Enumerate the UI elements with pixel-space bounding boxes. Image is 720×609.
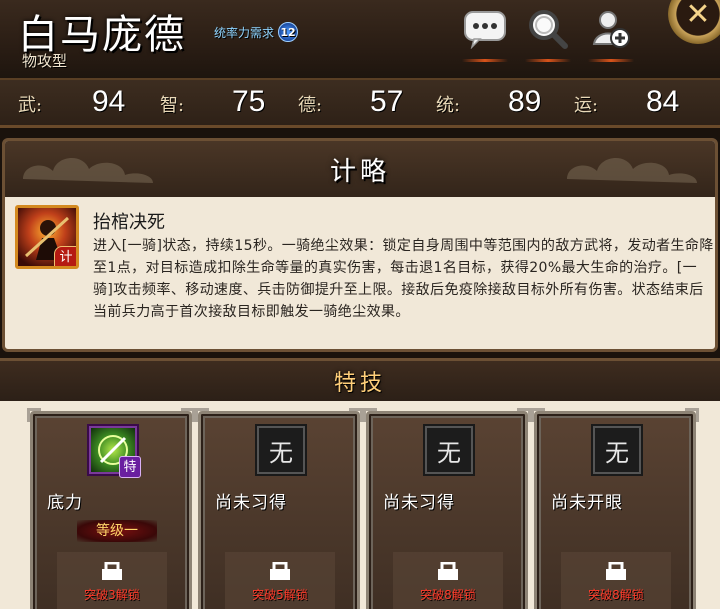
close-icon[interactable]: ✕ (668, 0, 720, 44)
magnifier-icon[interactable] (525, 6, 571, 62)
specialty-header: 特技 (0, 361, 720, 401)
requirement-label: 统率力需求 (214, 25, 275, 40)
specialty-card[interactable]: 特 底力 等级一 突破3解锁 (27, 408, 195, 609)
lock-icon (102, 562, 122, 580)
empty-skill-icon: 无 (255, 424, 307, 476)
specialty-card[interactable]: 无 尚未习得 突破8解锁 (363, 408, 531, 609)
stat-label: 统: (436, 95, 461, 116)
specialty-title: 特技 (333, 371, 386, 396)
lock-box: 突破5解锁 (225, 552, 335, 609)
stat-value: 89 (508, 85, 542, 118)
lock-box: 突破8解锁 (561, 552, 671, 609)
hero-type: 物攻型 (22, 52, 68, 70)
stat-value: 84 (646, 85, 680, 118)
stats-bar: 武: 94 智: 75 德: 57 统: 89 运: 84 (0, 80, 720, 128)
skill-name: 抬棺决死 (93, 212, 165, 233)
skill-description: 进入[一骑]状态，持续15秒。一骑绝尘效果：锁定自身周围中等范围内的敌方武将，发… (93, 238, 714, 320)
stat-force: 武: (18, 80, 42, 128)
specialty-card[interactable]: 无 尚未习得 突破5解锁 (195, 408, 363, 609)
specialty-card[interactable]: 无 尚未开眼 突破8解锁 (531, 408, 699, 609)
lock-icon (270, 562, 290, 580)
cloud-ornament-icon (23, 157, 153, 183)
stat-label: 武: (18, 95, 43, 116)
cloud-ornament-icon (567, 157, 697, 183)
lock-box: 突破3解锁 (57, 552, 167, 609)
specialty-name: 尚未开眼 (551, 493, 623, 513)
hero-header: 白马庞德 物攻型 统率力需求 12 ✕ (0, 0, 720, 80)
specialty-name: 底力 (47, 493, 83, 513)
stat-label: 运: (574, 95, 599, 116)
empty-skill-icon: 无 (591, 424, 643, 476)
lock-icon (606, 562, 626, 580)
specialty-tag: 特 (119, 456, 141, 478)
strategy-panel: 计略 计 抬棺决死 进入[一骑]状态，持续15秒。一骑绝尘效果：锁定自身周围中等… (2, 138, 718, 352)
lock-box: 突破8解锁 (393, 552, 503, 609)
unlock-label: 突破3解锁 (84, 588, 140, 602)
requirement-value: 12 (278, 22, 299, 42)
command-requirement: 统率力需求 12 (214, 22, 299, 42)
unlock-label: 突破8解锁 (588, 588, 644, 602)
stat-label: 德: (298, 95, 323, 116)
stat-intellect: 智: (160, 80, 184, 128)
chat-bubble-icon[interactable] (462, 6, 508, 62)
skill-portrait[interactable]: 计 (15, 205, 79, 269)
stat-value: 94 (92, 85, 126, 118)
stat-value: 57 (370, 85, 404, 118)
lock-icon (438, 562, 458, 580)
skill-type-badge: 计 (54, 246, 76, 266)
specialty-panel: 特技 特 底力 等级一 突破3解锁 无 尚未习得 突破5解锁 无 尚未习得 突破… (0, 358, 720, 609)
strategy-header: 计略 (5, 141, 715, 197)
unlock-label: 突破5解锁 (252, 588, 308, 602)
strategy-title: 计略 (329, 156, 390, 187)
stat-luck: 运: (574, 80, 598, 128)
stat-command: 统: (436, 80, 460, 128)
empty-skill-icon: 无 (423, 424, 475, 476)
add-person-icon[interactable] (588, 6, 634, 62)
specialty-skill-icon: 特 (87, 424, 141, 478)
stat-virtue: 德: (298, 80, 322, 128)
unlock-label: 突破8解锁 (420, 588, 476, 602)
specialty-name: 尚未习得 (215, 493, 287, 513)
stat-label: 智: (160, 95, 185, 116)
specialty-name: 尚未习得 (383, 493, 455, 513)
stat-value: 75 (232, 85, 266, 118)
specialty-level: 等级一 (77, 520, 157, 542)
